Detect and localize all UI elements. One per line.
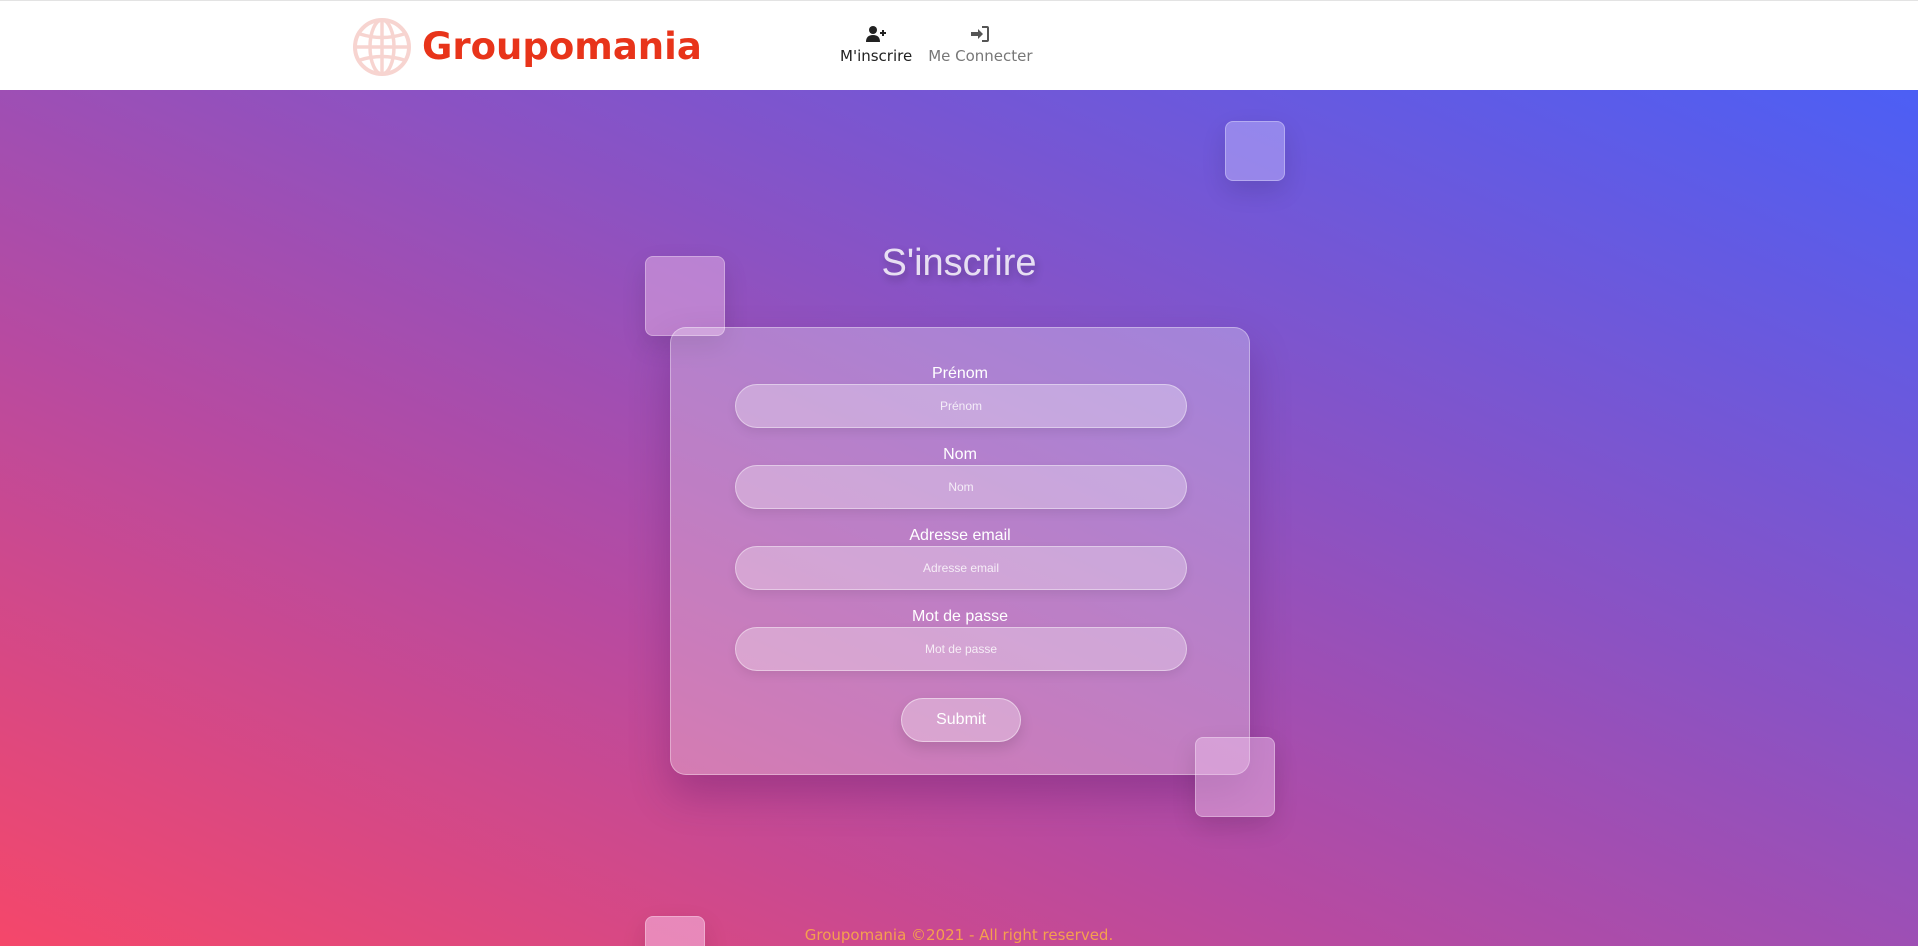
nav-signup-link[interactable]: M'inscrire [840,25,912,65]
signup-form: Prénom Nom Adresse email Mot de passe Su… [670,327,1250,775]
footer-copyright: Groupomania ©2021 - All right reserved. [804,926,1114,944]
nav-login-link[interactable]: Me Connecter [928,25,1033,65]
password-input[interactable] [735,627,1187,671]
top-navbar: Groupomania M'inscrire Me Connecter [0,0,1918,90]
brand-logo-link[interactable]: Groupomania [352,17,702,77]
brand-name: Groupomania [422,25,702,68]
globe-icon [353,18,411,76]
nav-login-label: Me Connecter [928,47,1033,65]
decorative-square [1225,121,1285,181]
decorative-square [1195,737,1275,817]
main-nav: M'inscrire Me Connecter [840,25,1049,65]
firstname-input[interactable] [735,384,1187,428]
submit-button[interactable]: Submit [901,698,1021,742]
email-input[interactable] [735,546,1187,590]
password-label: Mot de passe [911,608,1009,625]
lastname-label: Nom [943,446,977,463]
signup-hero: S'inscrire Prénom Nom Adresse email Mot … [0,90,1918,946]
nav-signup-label: M'inscrire [840,47,913,65]
firstname-label: Prénom [931,365,989,382]
sign-in-icon [971,26,990,42]
user-plus-icon [866,26,887,42]
lastname-input[interactable] [735,465,1187,509]
email-label: Adresse email [909,527,1011,544]
page-title: S'inscrire [881,242,1037,284]
